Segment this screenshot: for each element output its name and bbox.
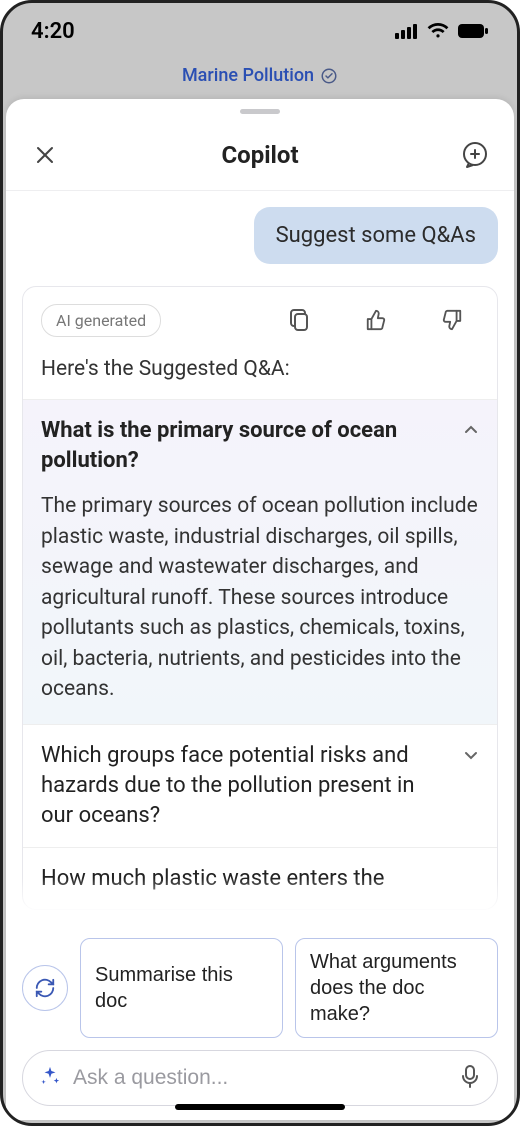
cloud-sync-icon: [320, 67, 338, 85]
sparkle-icon: [39, 1065, 61, 1091]
close-button[interactable]: [28, 138, 62, 172]
copy-button[interactable]: [283, 303, 317, 337]
qa-item: What is the primary source of ocean poll…: [23, 399, 497, 724]
ask-input-container: [22, 1050, 498, 1106]
suggestion-chip-arguments[interactable]: What arguments does the doc make?: [295, 938, 498, 1038]
card-intro-text: Here's the Suggested Q&A:: [23, 345, 497, 399]
thumbs-down-icon: [441, 309, 463, 331]
chevron-down-icon: [463, 747, 479, 767]
status-bar: 4:20: [3, 3, 517, 59]
footer: Summarise this doc What arguments does t…: [6, 928, 514, 1120]
mic-icon: [459, 1064, 481, 1088]
thumbs-up-icon: [365, 309, 387, 331]
device-frame: 4:20 Marine Pollution Copilot Suggest so…: [0, 0, 520, 1126]
qa-toggle[interactable]: What is the primary source of ocean poll…: [23, 400, 497, 491]
qa-toggle[interactable]: How much plastic waste enters the: [23, 848, 497, 910]
qa-answer: The primary sources of ocean pollution i…: [23, 491, 497, 724]
document-title: Marine Pollution: [182, 65, 314, 86]
qa-question: Which groups face potential risks and ha…: [41, 741, 449, 830]
qa-question: What is the primary source of ocean poll…: [41, 416, 449, 475]
ask-input[interactable]: [73, 1066, 447, 1090]
copy-icon: [289, 308, 311, 332]
sheet-title: Copilot: [221, 141, 298, 169]
thumbs-down-button[interactable]: [435, 303, 469, 337]
document-title-bar: Marine Pollution: [3, 59, 517, 100]
new-chat-button[interactable]: [458, 138, 492, 172]
qa-toggle[interactable]: Which groups face potential risks and ha…: [23, 725, 497, 846]
mic-button[interactable]: [459, 1064, 481, 1092]
battery-icon: [457, 23, 489, 39]
user-message-bubble: Suggest some Q&As: [254, 207, 498, 264]
sheet-header: Copilot: [6, 120, 514, 191]
suggestion-row: Summarise this doc What arguments does t…: [22, 938, 498, 1038]
refresh-suggestions-button[interactable]: [22, 965, 68, 1011]
ai-generated-badge: AI generated: [41, 304, 161, 337]
status-indicators: [395, 23, 489, 39]
qa-question: How much plastic waste enters the: [41, 864, 479, 894]
refresh-icon: [34, 977, 56, 999]
conversation-area: Suggest some Q&As AI generated: [6, 191, 514, 928]
wifi-icon: [427, 23, 449, 39]
close-icon: [33, 143, 57, 167]
card-actions: [283, 303, 469, 337]
chevron-up-icon: [463, 422, 479, 442]
suggestion-chip-summarise[interactable]: Summarise this doc: [80, 938, 283, 1038]
qa-item: Which groups face potential risks and ha…: [23, 724, 497, 846]
card-header: AI generated: [23, 287, 497, 345]
cellular-icon: [395, 23, 419, 39]
ai-response-card: AI generated Here's the Suggested Q&A: [22, 286, 498, 910]
sheet-grabber[interactable]: [240, 109, 280, 114]
thumbs-up-button[interactable]: [359, 303, 393, 337]
status-time: 4:20: [31, 19, 75, 44]
copilot-sheet: Copilot Suggest some Q&As AI generated: [6, 99, 514, 1120]
home-indicator[interactable]: [175, 1104, 345, 1110]
plus-chat-icon: [461, 141, 489, 169]
qa-item: How much plastic waste enters the: [23, 847, 497, 910]
